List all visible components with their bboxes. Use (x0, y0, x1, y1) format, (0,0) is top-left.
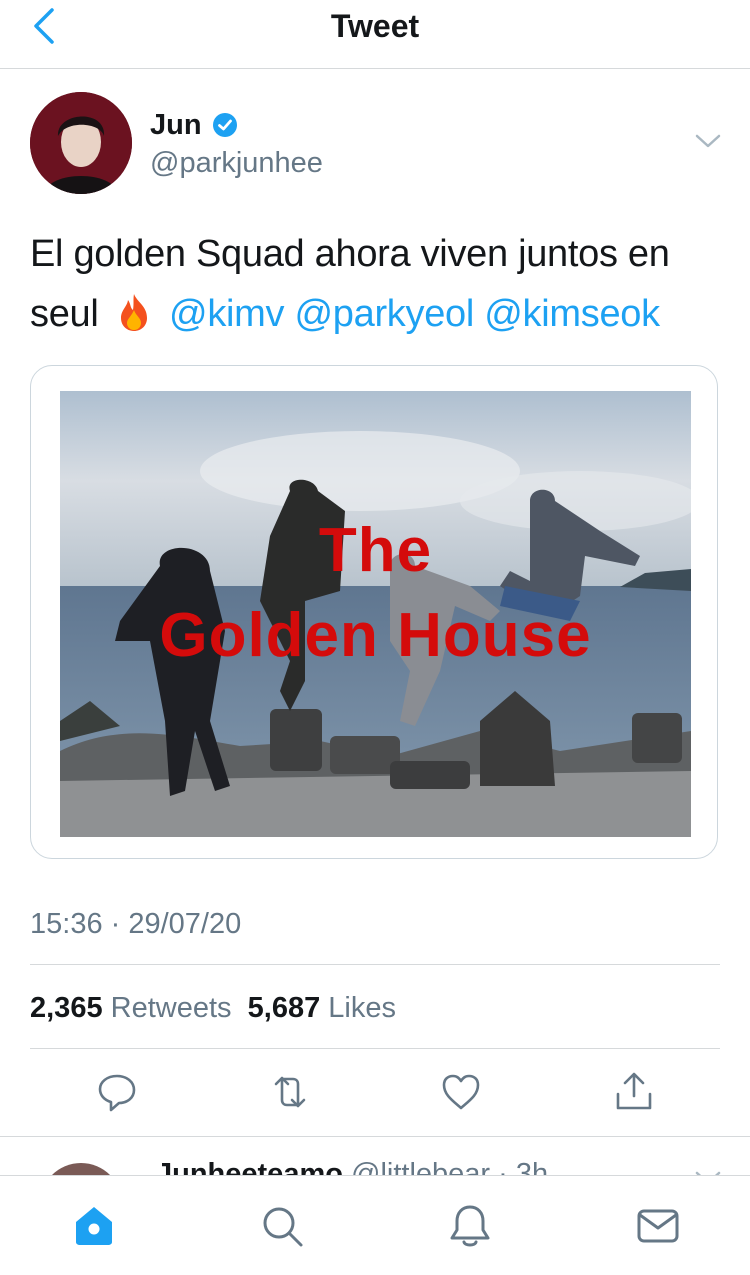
divider (30, 1048, 720, 1049)
mention-link[interactable]: @parkyeol (295, 293, 475, 335)
author-handle[interactable]: @parkjunhee (150, 146, 323, 180)
retweet-label[interactable]: Retweets (111, 992, 232, 1024)
fire-emoji-icon (120, 294, 147, 331)
image-overlay-title: The (318, 516, 433, 585)
tweet-actions (0, 1070, 750, 1120)
bottom-tab-bar (0, 1175, 750, 1275)
tweet-photo[interactable]: The Golden House (60, 391, 691, 837)
chevron-down-icon[interactable] (694, 130, 722, 152)
reply-icon[interactable] (95, 1070, 139, 1114)
like-count[interactable]: 5,687 (248, 992, 321, 1024)
divider (30, 964, 720, 965)
author-name[interactable]: Jun (150, 108, 202, 142)
retweet-icon[interactable] (268, 1070, 312, 1114)
engagement-stats: 2,365 Retweets 5,687 Likes (30, 988, 396, 1028)
notifications-icon[interactable] (446, 1202, 494, 1250)
tweet-timestamp[interactable]: 15:36 · 29/07/20 (30, 904, 241, 944)
share-icon[interactable] (612, 1070, 656, 1114)
avatar[interactable] (30, 92, 132, 194)
like-icon[interactable] (439, 1070, 483, 1114)
page-title: Tweet (330, 8, 420, 44)
author-name-row: Jun (150, 108, 238, 142)
like-label[interactable]: Likes (328, 992, 396, 1024)
home-icon[interactable] (70, 1202, 118, 1250)
tweet-text: El golden Squad ahora viven juntos en se… (30, 224, 720, 344)
mention-link[interactable]: @kimseok (484, 293, 660, 335)
reply-header: Junheeteamo @littlebear · 3h (156, 1157, 548, 1177)
media-card[interactable]: The Golden House (30, 365, 718, 859)
image-overlay-subtitle: Golden House (159, 601, 592, 670)
messages-icon[interactable] (634, 1202, 682, 1250)
retweet-count[interactable]: 2,365 (30, 992, 103, 1024)
verified-badge-icon (212, 113, 237, 137)
search-icon[interactable] (258, 1202, 306, 1250)
mention-link[interactable]: @kimv (169, 293, 284, 335)
reply-tweet-preview[interactable]: Junheeteamo @littlebear · 3h (0, 1137, 750, 1177)
top-nav-bar: Tweet (0, 0, 750, 69)
